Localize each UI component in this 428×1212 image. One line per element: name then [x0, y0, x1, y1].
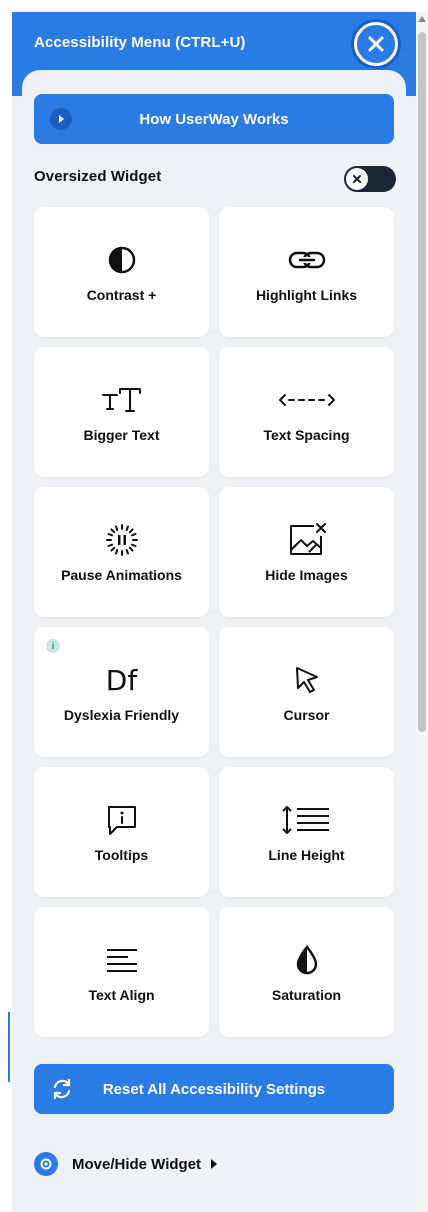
tile-saturation[interactable]: Saturation — [219, 907, 394, 1037]
tile-hide-images[interactable]: Hide Images — [219, 487, 394, 617]
tile-label: Text Align — [88, 987, 155, 1003]
tile-bigger-text[interactable]: Bigger Text — [34, 347, 209, 477]
tile-pause-animations[interactable]: Pause Animations — [34, 487, 209, 617]
tile-label: Text Spacing — [263, 427, 350, 443]
how-userway-works-label: How UserWay Works — [139, 110, 289, 128]
tile-label: Dyslexia Friendly — [63, 707, 180, 723]
saturation-icon — [219, 943, 394, 977]
toggle-knob — [346, 168, 368, 190]
how-userway-works-button[interactable]: How UserWay Works — [34, 94, 394, 144]
dyslexia-icon: Df — [34, 663, 209, 697]
tile-dyslexia-friendly[interactable]: i Df Dyslexia Friendly — [34, 627, 209, 757]
move-hide-widget[interactable]: Move/Hide Widget — [34, 1150, 218, 1178]
hide-image-icon — [219, 523, 394, 557]
scrollbar-thumb[interactable] — [418, 32, 426, 732]
tile-label: Contrast + — [86, 287, 157, 303]
scroll-up-icon[interactable] — [418, 16, 426, 22]
info-icon[interactable]: i — [46, 639, 60, 653]
close-button[interactable] — [354, 22, 398, 66]
refresh-icon — [53, 1078, 71, 1100]
move-hide-widget-label: Move/Hide Widget — [72, 1155, 202, 1173]
play-icon — [50, 108, 72, 130]
cursor-icon — [219, 663, 394, 697]
accessibility-panel: Accessibility Menu (CTRL+U) How UserWay … — [12, 12, 416, 1212]
text-size-icon — [34, 383, 209, 417]
tile-label: Hide Images — [265, 567, 348, 583]
tooltip-icon — [34, 803, 209, 837]
tile-label: Cursor — [283, 707, 330, 723]
close-icon — [353, 175, 361, 183]
gear-icon — [34, 1152, 58, 1176]
tile-label: Bigger Text — [83, 427, 160, 443]
tile-label: Pause Animations — [61, 567, 182, 583]
oversized-widget-label: Oversized Widget — [34, 168, 162, 185]
pause-icon — [34, 523, 209, 557]
panel-body: How UserWay Works Oversized Widget Contr… — [22, 70, 406, 1212]
reset-settings-button[interactable]: Reset All Accessibility Settings — [34, 1064, 394, 1114]
text-align-icon — [34, 943, 209, 977]
line-height-icon — [219, 803, 394, 837]
contrast-icon — [34, 243, 209, 277]
tile-highlight-links[interactable]: Highlight Links — [219, 207, 394, 337]
tile-text-spacing[interactable]: Text Spacing — [219, 347, 394, 477]
tile-tooltips[interactable]: Tooltips — [34, 767, 209, 897]
dyslexia-glyph: Df — [105, 663, 138, 697]
link-icon — [219, 243, 394, 277]
tile-label: Saturation — [271, 987, 342, 1003]
scrollbar[interactable] — [416, 12, 428, 1212]
tile-cursor[interactable]: Cursor — [219, 627, 394, 757]
reset-settings-label: Reset All Accessibility Settings — [102, 1080, 326, 1098]
close-icon — [368, 36, 384, 52]
tile-label: Highlight Links — [255, 287, 358, 303]
tile-contrast[interactable]: Contrast + — [34, 207, 209, 337]
tile-text-align[interactable]: Text Align — [34, 907, 209, 1037]
chevron-right-icon — [211, 1159, 218, 1169]
panel-title: Accessibility Menu (CTRL+U) — [34, 34, 246, 51]
spacing-arrows-icon — [219, 383, 394, 417]
feature-grid: Contrast + Highlight Links Bigger Text T… — [34, 207, 394, 1037]
tile-label: Line Height — [268, 847, 345, 863]
tile-label: Tooltips — [94, 847, 149, 863]
page-edge — [0, 0, 12, 1212]
oversized-widget-toggle[interactable] — [344, 166, 396, 192]
tile-line-height[interactable]: Line Height — [219, 767, 394, 897]
page-accent-tick — [8, 1012, 10, 1082]
